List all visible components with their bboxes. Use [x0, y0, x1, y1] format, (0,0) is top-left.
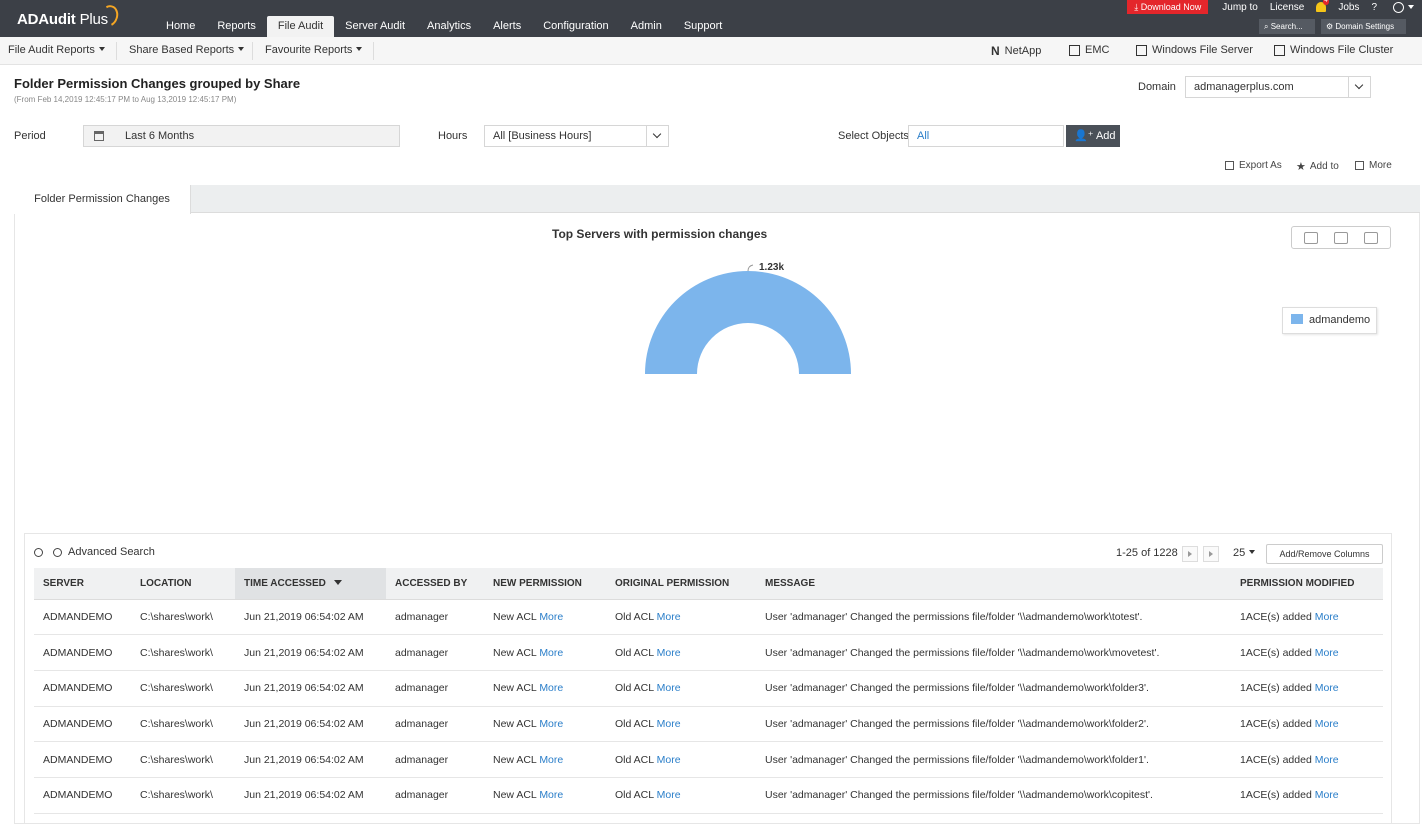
cell-message: User 'admanager' Changed the permissions… — [756, 777, 1231, 814]
more-link[interactable]: More — [657, 789, 681, 801]
column-header-new-permission[interactable]: NEW PERMISSION — [484, 568, 606, 600]
cell-message: User 'admanager' Changed the permissions… — [756, 599, 1231, 636]
cell-accessed-by: admanager — [386, 599, 484, 636]
advanced-search-icon[interactable] — [53, 547, 62, 557]
cell-original-permission: Old ACL More — [606, 599, 756, 636]
table-row[interactable]: ADMANDEMO C:\shares\work\ Jun 21,2019 06:5… — [34, 706, 1383, 743]
cell-location: C:\shares\work\ — [131, 634, 235, 671]
more-link[interactable]: More — [657, 682, 681, 694]
more-link[interactable]: More — [539, 647, 563, 659]
cell-time-accessed: Jun 21,2019 06:54:02 AM — [235, 634, 386, 671]
cell-new-permission: New ACL More — [484, 777, 606, 814]
column-header-original-permission[interactable]: ORIGINAL PERMISSION — [606, 568, 756, 600]
more-link[interactable]: More — [539, 718, 563, 730]
cell-time-accessed: Jun 21,2019 06:54:02 AM — [235, 741, 386, 778]
table-row[interactable]: ADMANDEMO C:\shares\work\ Jun 21,2019 06:5… — [34, 741, 1383, 778]
more-link[interactable]: More — [539, 754, 563, 766]
more-link[interactable]: More — [657, 718, 681, 730]
cell-new-permission: New ACL More — [484, 741, 606, 778]
column-header-message[interactable]: MESSAGE — [756, 568, 1231, 600]
page-size-select[interactable]: 25 — [1233, 547, 1256, 559]
cell-location: C:\shares\work\ — [131, 741, 235, 778]
cell-accessed-by: admanager — [386, 670, 484, 707]
table-body: ADMANDEMO C:\shares\work\ Jun 21,2019 06:5… — [34, 599, 1383, 814]
last-page-button[interactable] — [1203, 546, 1219, 562]
cell-permission-modified: 1ACE(s) added More — [1231, 599, 1383, 636]
cell-server: ADMANDEMO — [34, 706, 131, 743]
cell-original-permission: Old ACL More — [606, 777, 756, 814]
more-link[interactable]: More — [1315, 647, 1339, 659]
cell-permission-modified: 1ACE(s) added More — [1231, 634, 1383, 671]
pie-slice-admandemo[interactable] — [645, 271, 851, 374]
cell-new-permission: New ACL More — [484, 706, 606, 743]
more-link[interactable]: More — [1315, 789, 1339, 801]
cell-permission-modified: 1ACE(s) added More — [1231, 706, 1383, 743]
table-header-row: SERVER LOCATION TIME ACCESSED ACCESSED BY NE… — [34, 568, 1383, 600]
column-header-server[interactable]: SERVER — [34, 568, 131, 600]
cell-server: ADMANDEMO — [34, 741, 131, 778]
chart-data-label: 1.23k — [759, 262, 785, 273]
cell-original-permission: Old ACL More — [606, 670, 756, 707]
more-link[interactable]: More — [539, 611, 563, 623]
cell-original-permission: Old ACL More — [606, 741, 756, 778]
cell-location: C:\shares\work\ — [131, 706, 235, 743]
cell-message: User 'admanager' Changed the permissions… — [756, 634, 1231, 671]
report-table: SERVER LOCATION TIME ACCESSED ACCESSED BY NE… — [34, 568, 1383, 814]
cell-location: C:\shares\work\ — [131, 599, 235, 636]
cell-location: C:\shares\work\ — [131, 777, 235, 814]
column-header-location[interactable]: LOCATION — [131, 568, 235, 600]
chart-legend-item[interactable]: admandemo — [1282, 307, 1377, 334]
cell-permission-modified: 1ACE(s) added More — [1231, 670, 1383, 707]
more-link[interactable]: More — [657, 611, 681, 623]
quick-search-icon[interactable] — [34, 547, 43, 557]
table-row[interactable]: ADMANDEMO C:\shares\work\ Jun 21,2019 06:5… — [34, 634, 1383, 671]
column-header-accessed-by[interactable]: ACCESSED BY — [386, 568, 484, 600]
more-link[interactable]: More — [539, 789, 563, 801]
cell-original-permission: Old ACL More — [606, 706, 756, 743]
cell-new-permission: New ACL More — [484, 670, 606, 707]
cell-accessed-by: admanager — [386, 706, 484, 743]
more-link[interactable]: More — [657, 647, 681, 659]
table-row[interactable]: ADMANDEMO C:\shares\work\ Jun 21,2019 06:5… — [34, 777, 1383, 814]
more-link[interactable]: More — [1315, 682, 1339, 694]
column-header-permission-modified[interactable]: PERMISSION MODIFIED — [1231, 568, 1383, 600]
cell-server: ADMANDEMO — [34, 634, 131, 671]
next-page-button[interactable] — [1182, 546, 1198, 562]
cell-accessed-by: admanager — [386, 741, 484, 778]
more-link[interactable]: More — [657, 754, 681, 766]
cell-accessed-by: admanager — [386, 777, 484, 814]
legend-swatch — [1291, 314, 1303, 324]
pager-text: 1-25 of 1228 — [1116, 547, 1178, 559]
column-header-time-accessed[interactable]: TIME ACCESSED — [235, 568, 386, 600]
cell-new-permission: New ACL More — [484, 599, 606, 636]
cell-permission-modified: 1ACE(s) added More — [1231, 777, 1383, 814]
cell-location: C:\shares\work\ — [131, 670, 235, 707]
cell-time-accessed: Jun 21,2019 06:54:02 AM — [235, 670, 386, 707]
add-remove-columns-button[interactable]: Add/Remove Columns — [1266, 544, 1383, 564]
cell-accessed-by: admanager — [386, 634, 484, 671]
cell-server: ADMANDEMO — [34, 599, 131, 636]
data-label-connector — [747, 264, 754, 272]
grid-toolbar: Advanced Search — [34, 546, 155, 558]
cell-time-accessed: Jun 21,2019 06:54:02 AM — [235, 706, 386, 743]
more-link[interactable]: More — [1315, 754, 1339, 766]
cell-message: User 'admanager' Changed the permissions… — [756, 706, 1231, 743]
caret-down-icon — [1249, 550, 1256, 554]
table-row[interactable]: ADMANDEMO C:\shares\work\ Jun 21,2019 06:5… — [34, 670, 1383, 707]
cell-time-accessed: Jun 21,2019 06:54:02 AM — [235, 777, 386, 814]
more-link[interactable]: More — [1315, 718, 1339, 730]
more-link[interactable]: More — [539, 682, 563, 694]
cell-new-permission: New ACL More — [484, 634, 606, 671]
more-link[interactable]: More — [1315, 611, 1339, 623]
cell-original-permission: Old ACL More — [606, 634, 756, 671]
cell-permission-modified: 1ACE(s) added More — [1231, 741, 1383, 778]
cell-server: ADMANDEMO — [34, 777, 131, 814]
table-row[interactable]: ADMANDEMO C:\shares\work\ Jun 21,2019 06:5… — [34, 599, 1383, 636]
cell-time-accessed: Jun 21,2019 06:54:02 AM — [235, 599, 386, 636]
cell-message: User 'admanager' Changed the permissions… — [756, 670, 1231, 707]
advanced-search-link[interactable]: Advanced Search — [68, 546, 155, 558]
sort-desc-icon[interactable] — [333, 579, 342, 585]
cell-message: User 'admanager' Changed the permissions… — [756, 741, 1231, 778]
cell-server: ADMANDEMO — [34, 670, 131, 707]
